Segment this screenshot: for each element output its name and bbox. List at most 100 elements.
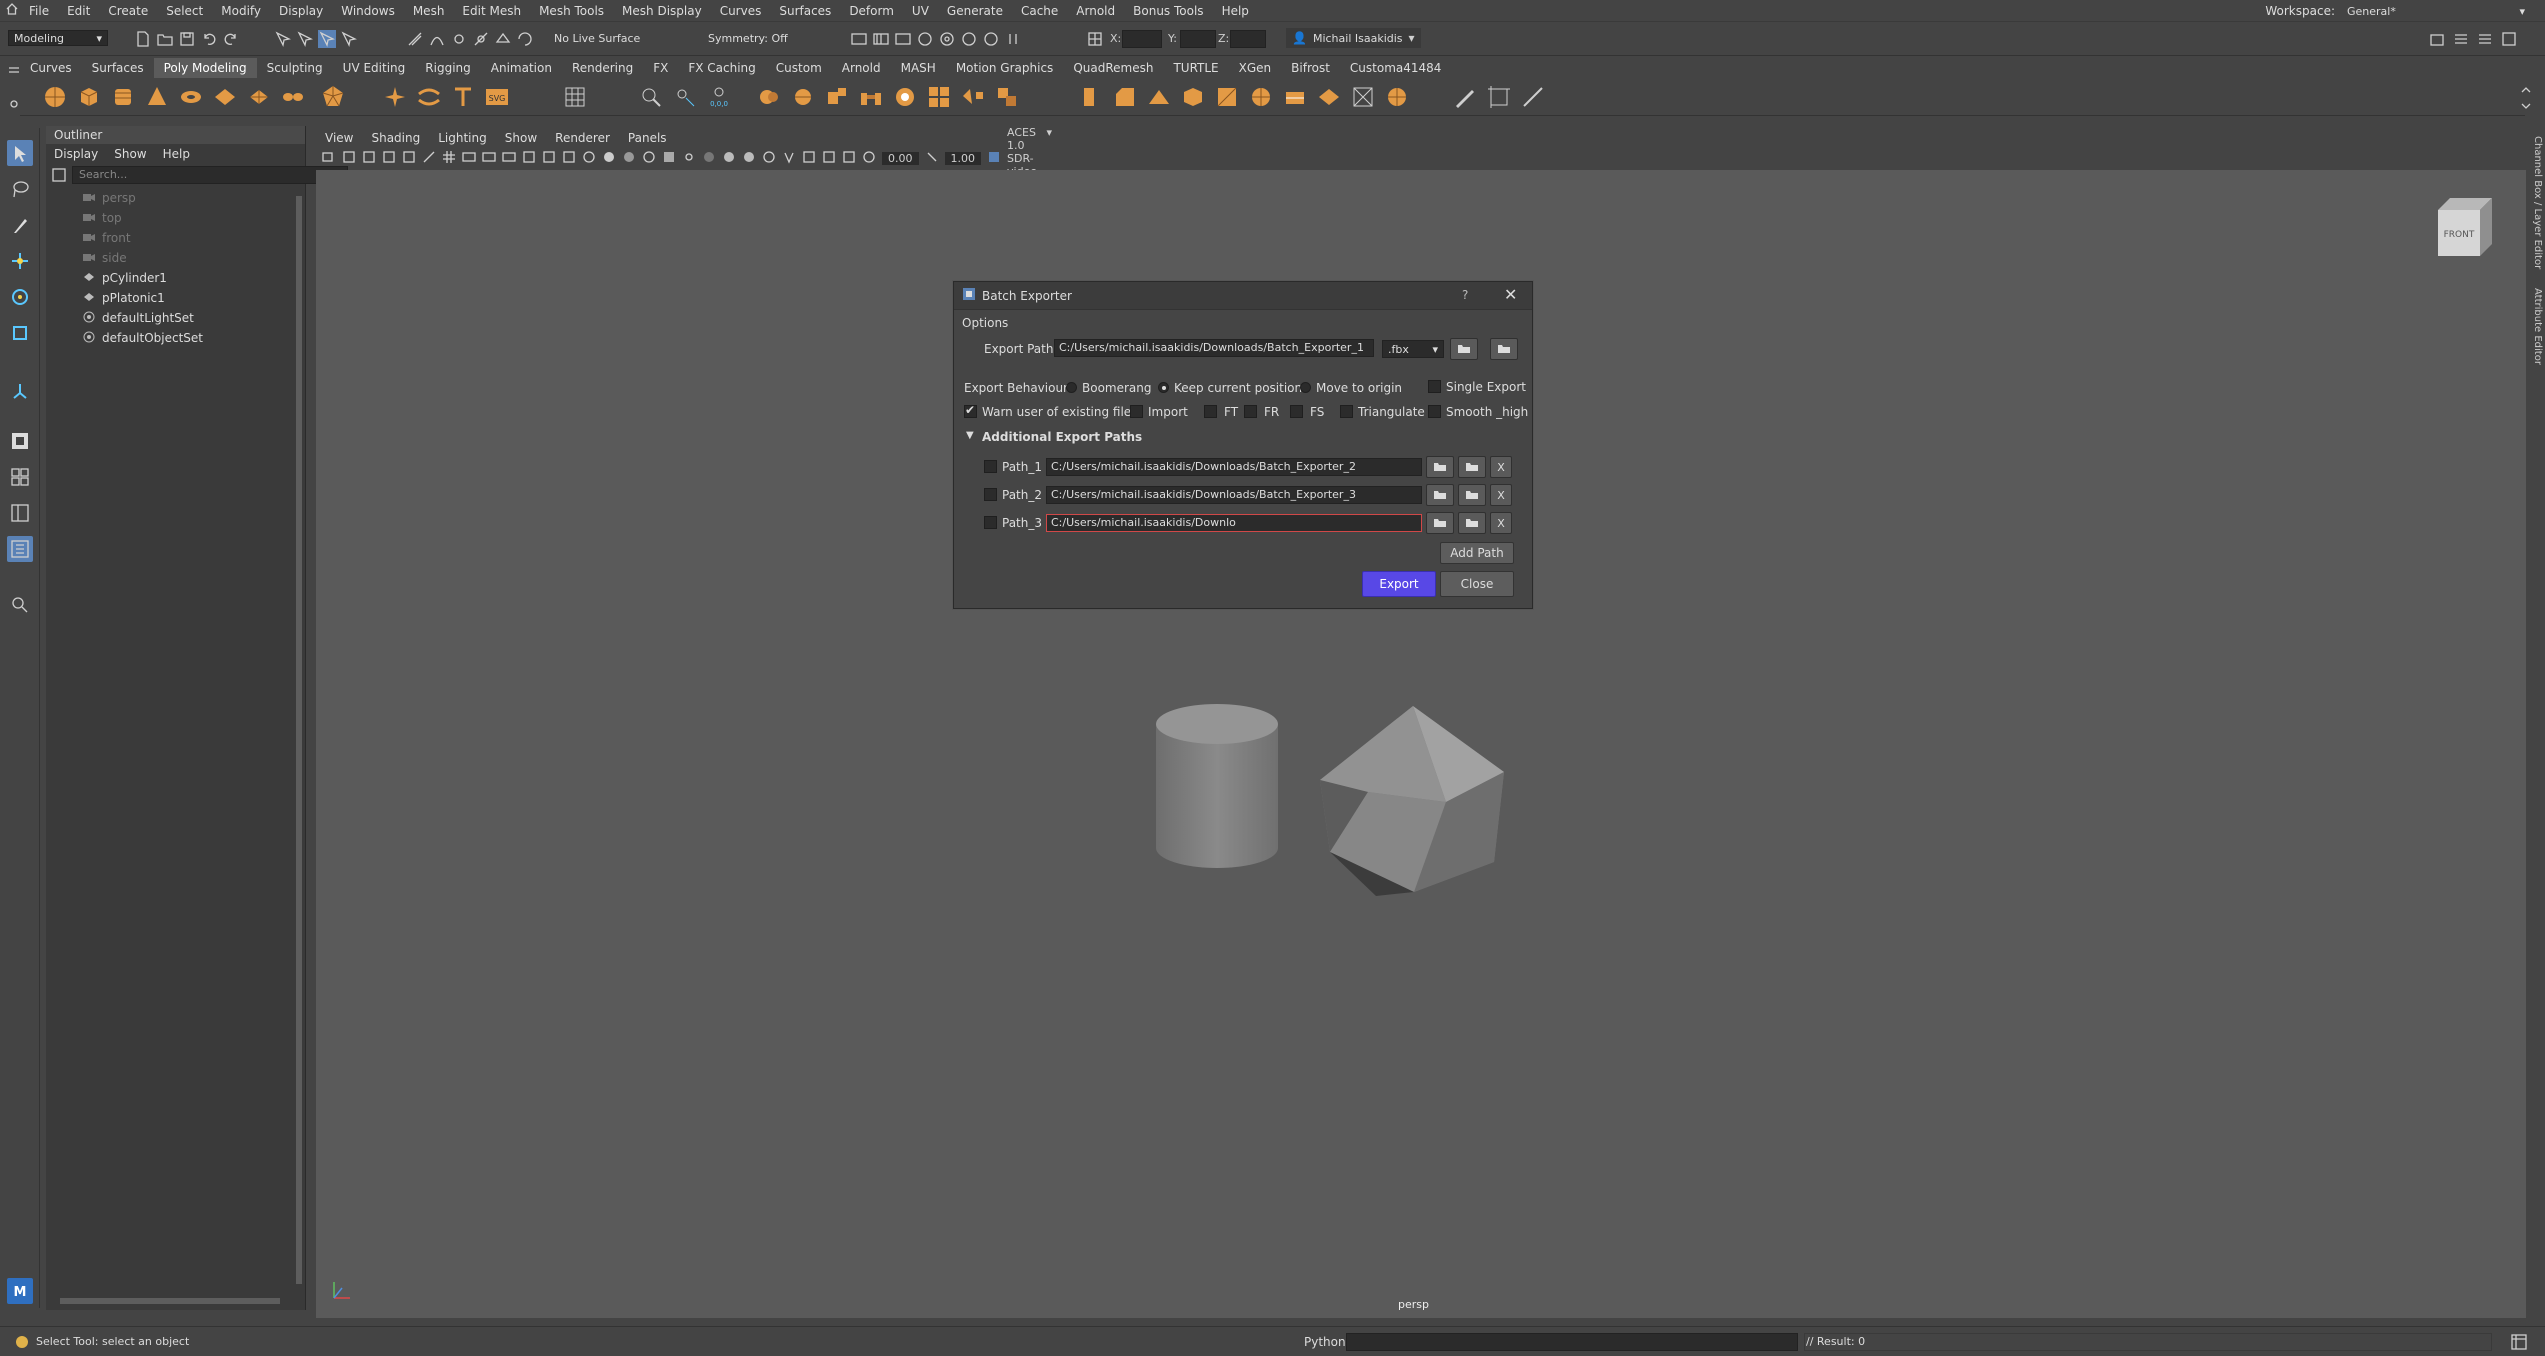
outliner-horizontal-scrollbar[interactable]: [50, 1296, 294, 1306]
grid-snap-icon[interactable]: [1486, 84, 1512, 110]
two-d-pan-icon[interactable]: [402, 150, 416, 167]
shelf-tab-rigging[interactable]: Rigging: [415, 58, 480, 78]
ambient-occlusion-icon[interactable]: [722, 150, 736, 167]
script-editor-icon[interactable]: [2510, 1333, 2528, 1354]
menu-modify[interactable]: Modify: [212, 4, 270, 18]
mode-dropdown[interactable]: Modeling ▾: [8, 30, 108, 46]
pencil-icon[interactable]: [1452, 84, 1478, 110]
menu-create[interactable]: Create: [99, 4, 157, 18]
xray-joints-icon[interactable]: [822, 150, 836, 167]
triangulate-checkbox[interactable]: [1340, 405, 1353, 418]
platonic-object[interactable]: [1316, 702, 1510, 896]
cut-faces-icon[interactable]: [1282, 84, 1308, 110]
ft-checkbox[interactable]: [1204, 405, 1217, 418]
single-perspective-layout-icon[interactable]: [7, 428, 33, 454]
filter-icon[interactable]: [52, 168, 66, 185]
sweep-mesh-icon[interactable]: [382, 84, 408, 110]
boolean-icon[interactable]: [926, 84, 952, 110]
shelf-tab-motion-graphics[interactable]: Motion Graphics: [946, 58, 1064, 78]
resolution-gate-icon[interactable]: [482, 150, 496, 167]
format-dropdown[interactable]: .fbx ▾: [1382, 340, 1444, 358]
menu-uv[interactable]: UV: [903, 4, 938, 18]
wireframe-on-shaded-icon[interactable]: [642, 150, 656, 167]
close-button[interactable]: Close: [1440, 571, 1514, 597]
poly-helix-icon[interactable]: [280, 84, 306, 110]
menu-mesh-display[interactable]: Mesh Display: [613, 4, 711, 18]
shelf-tab-fx[interactable]: FX: [643, 58, 678, 78]
maya-logo-icon[interactable]: M: [7, 1278, 33, 1304]
viewport-menu-lighting[interactable]: Lighting: [429, 131, 496, 145]
hypershade-icon[interactable]: [938, 30, 956, 48]
outliner-layout-icon[interactable]: [7, 500, 33, 526]
image-plane-icon[interactable]: [382, 150, 396, 167]
extract-icon[interactable]: [824, 84, 850, 110]
grease-pencil-icon[interactable]: [422, 150, 436, 167]
menu-generate[interactable]: Generate: [938, 4, 1012, 18]
arnold-render-icon[interactable]: [960, 30, 978, 48]
coordinate-icon[interactable]: 0,0,0: [706, 84, 732, 110]
outliner-item[interactable]: persp: [46, 188, 305, 208]
channel-box-tab[interactable]: Channel Box / Layer Editor: [2530, 136, 2543, 276]
shelf-tab-animation[interactable]: Animation: [481, 58, 562, 78]
outliner-menu-show[interactable]: Show: [114, 147, 146, 161]
path-3-open-button[interactable]: [1426, 512, 1454, 534]
mirror-icon[interactable]: [960, 84, 986, 110]
menu-curves[interactable]: Curves: [711, 4, 771, 18]
warn-existing-checkbox[interactable]: ✔: [964, 403, 977, 418]
motion-blur-icon[interactable]: [742, 150, 756, 167]
shelf-tab-surfaces[interactable]: Surfaces: [82, 58, 154, 78]
bridge-icon[interactable]: [858, 84, 884, 110]
select-hierarchy-icon[interactable]: [274, 30, 292, 48]
path-1-browse-button[interactable]: [1458, 456, 1486, 478]
shelf-tab-arnold[interactable]: Arnold: [832, 58, 891, 78]
safe-title-icon[interactable]: [562, 150, 576, 167]
lasso-tool-icon[interactable]: [7, 176, 33, 202]
path-3-browse-button[interactable]: [1458, 512, 1486, 534]
import-checkbox[interactable]: [1130, 405, 1143, 418]
shelf-tab-quadremesh[interactable]: QuadRemesh: [1063, 58, 1163, 78]
wedge-icon[interactable]: [1214, 84, 1240, 110]
move-vertex-icon[interactable]: [672, 84, 698, 110]
user-account-button[interactable]: 👤 Michail Isaakidis ▾: [1286, 28, 1421, 48]
bookmark-icon[interactable]: [362, 150, 376, 167]
x-coord-field[interactable]: [1122, 30, 1162, 48]
xray-icon[interactable]: [802, 150, 816, 167]
camera-attributes-icon[interactable]: [342, 150, 356, 167]
path-2-open-button[interactable]: [1426, 484, 1454, 506]
path-1-checkbox[interactable]: [984, 460, 997, 473]
new-scene-icon[interactable]: [134, 30, 152, 48]
outliner-item[interactable]: defaultLightSet: [46, 308, 305, 328]
poly-torus-icon[interactable]: [178, 84, 204, 110]
menu-deform[interactable]: Deform: [840, 4, 903, 18]
poly-sphere-icon[interactable]: [42, 84, 68, 110]
last-tool-icon[interactable]: [7, 378, 33, 404]
menu-edit[interactable]: Edit: [58, 4, 99, 18]
save-scene-icon[interactable]: [178, 30, 196, 48]
outliner-item[interactable]: front: [46, 228, 305, 248]
poke-icon[interactable]: [1180, 84, 1206, 110]
viewport-menu-renderer[interactable]: Renderer: [546, 131, 619, 145]
shadows-icon[interactable]: [702, 150, 716, 167]
collapse-icon[interactable]: [1316, 84, 1342, 110]
home-icon[interactable]: [0, 3, 20, 18]
menu-arnold[interactable]: Arnold: [1067, 4, 1124, 18]
custom-layout-icon[interactable]: [7, 536, 33, 562]
type-tool-icon[interactable]: [450, 84, 476, 110]
snap-view-icon[interactable]: [472, 30, 490, 48]
layout-grid-icon[interactable]: [562, 84, 588, 110]
bridge-edge-icon[interactable]: [1146, 84, 1172, 110]
viewport-menu-panels[interactable]: Panels: [619, 131, 676, 145]
shelf-menu-icon[interactable]: [8, 62, 19, 116]
snap-surface-icon[interactable]: [494, 30, 512, 48]
pause-icon[interactable]: [1004, 30, 1022, 48]
poly-cylinder-icon[interactable]: [110, 84, 136, 110]
shelf-tab-rendering[interactable]: Rendering: [562, 58, 643, 78]
open-folder-button[interactable]: [1450, 338, 1478, 360]
smooth-high-checkbox[interactable]: [1428, 405, 1441, 418]
viewport-menu-shading[interactable]: Shading: [362, 131, 429, 145]
ruler-icon[interactable]: [1520, 84, 1546, 110]
cylinder-object[interactable]: [1152, 702, 1282, 872]
svg-tool-icon[interactable]: SVG: [484, 84, 510, 110]
four-view-layout-icon[interactable]: [7, 464, 33, 490]
isolate-select-icon[interactable]: [782, 150, 796, 167]
